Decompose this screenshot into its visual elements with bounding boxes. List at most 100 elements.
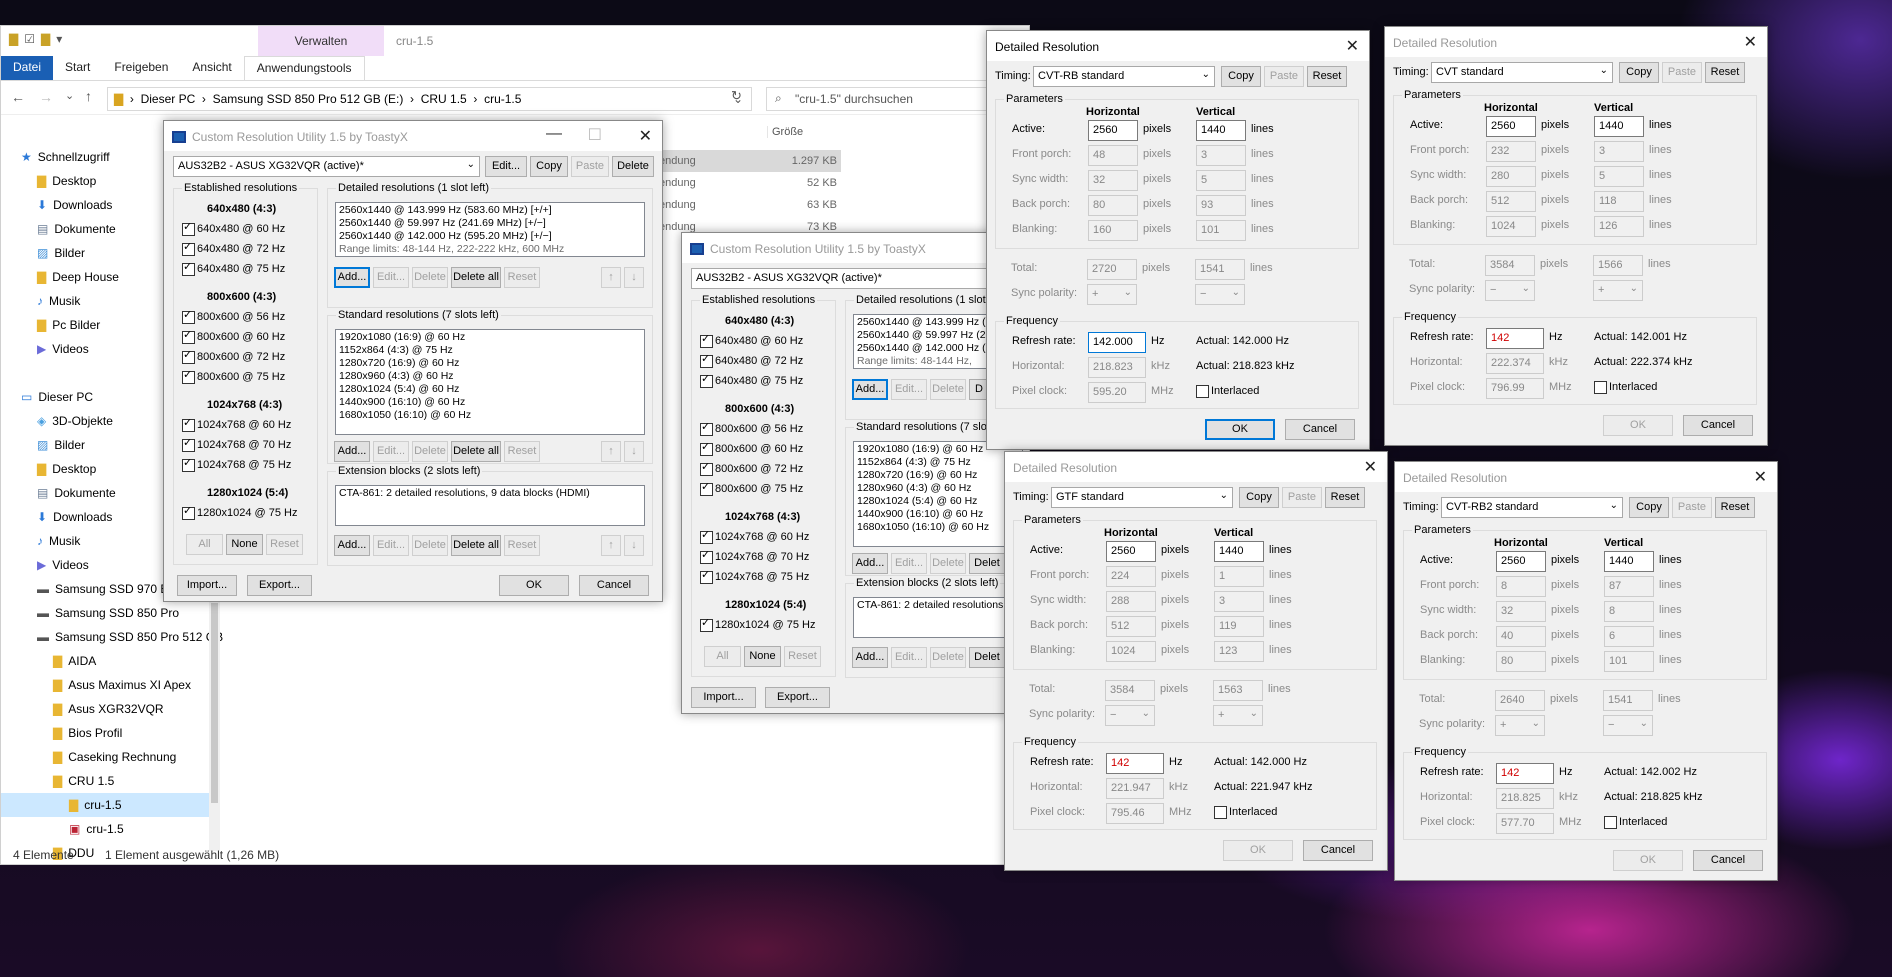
- delete-button[interactable]: Delete: [412, 267, 448, 288]
- dropdown-icon[interactable]: ▾: [56, 32, 62, 46]
- h-back-porch-field[interactable]: 512: [1106, 616, 1156, 637]
- edit-button[interactable]: Edit...: [373, 441, 409, 462]
- up-arrow-icon[interactable]: ↑: [85, 88, 92, 104]
- list-item[interactable]: 1920x1080 (16:9) @ 60 Hz: [339, 331, 641, 344]
- sidebar-item[interactable]: ▬ Samsung SSD 850 Pro 512 GB: [1, 625, 223, 649]
- breadcrumb-item[interactable]: CRU 1.5: [421, 92, 467, 106]
- v-total-field[interactable]: 1541: [1195, 259, 1245, 280]
- v-blanking-field[interactable]: 123: [1214, 641, 1264, 662]
- edit-button[interactable]: Edit...: [373, 267, 409, 288]
- sidebar-item[interactable]: ▇ AIDA: [1, 649, 209, 673]
- delete-all-button[interactable]: Delete all: [451, 267, 501, 288]
- ok-button[interactable]: OK: [1613, 850, 1683, 871]
- h-front-porch-field[interactable]: 48: [1088, 145, 1138, 166]
- v-sync-width-field[interactable]: 8: [1604, 601, 1654, 622]
- import-button[interactable]: Import...: [177, 575, 237, 596]
- timing-select[interactable]: CVT standard ⌄: [1431, 62, 1613, 83]
- cancel-button[interactable]: Cancel: [579, 575, 649, 596]
- delete-button[interactable]: Delete: [612, 156, 654, 177]
- paste-button[interactable]: Paste: [1672, 497, 1712, 518]
- h-sync-width-field[interactable]: 288: [1106, 591, 1156, 612]
- pixel-clock-field[interactable]: 577.70: [1496, 813, 1554, 834]
- list-item[interactable]: 2560x1440 @ 143.999 Hz (583.60 MHz) [+/+…: [339, 204, 641, 217]
- tab-anwendungstools[interactable]: Anwendungstools: [243, 56, 365, 80]
- h-active-field[interactable]: 2560: [1496, 551, 1546, 572]
- h-front-porch-field[interactable]: 8: [1496, 576, 1546, 597]
- copy-button[interactable]: Copy: [1629, 497, 1669, 518]
- delete-all-button[interactable]: Delete all: [451, 535, 501, 556]
- est-checkbox[interactable]: 800x600 @ 56 Hz: [182, 308, 285, 324]
- move-up-icon[interactable]: ↑: [601, 267, 621, 288]
- list-item[interactable]: 1280x960 (4:3) @ 60 Hz: [339, 370, 641, 383]
- list-item[interactable]: CTA-861: 2 detailed resolutions, 9 data …: [339, 487, 641, 500]
- ok-button[interactable]: OK: [499, 575, 569, 596]
- horizontal-freq-field[interactable]: 221.947: [1106, 778, 1164, 799]
- v-total-field[interactable]: 1541: [1603, 690, 1653, 711]
- sidebar-item[interactable]: ▇ cru-1.5: [1, 793, 209, 817]
- h-total-field[interactable]: 2720: [1087, 259, 1137, 280]
- extension-blocks-list[interactable]: CTA-861: 2 detailed resolutions: [853, 597, 1023, 638]
- list-item[interactable]: 1152x864 (4:3) @ 75 Hz: [857, 456, 1019, 469]
- interlaced-checkbox[interactable]: Interlaced: [1214, 806, 1277, 819]
- est-checkbox[interactable]: 640x480 @ 72 Hz: [182, 240, 285, 256]
- add-button[interactable]: Add...: [852, 647, 888, 668]
- standard-resolutions-list[interactable]: 1920x1080 (16:9) @ 60 Hz 1152x864 (4:3) …: [335, 329, 645, 435]
- close-icon[interactable]: ✕: [639, 126, 652, 146]
- est-checkbox[interactable]: 640x480 @ 75 Hz: [182, 260, 285, 276]
- sidebar-item[interactable]: ▇ Bios Profil: [1, 721, 209, 745]
- export-button[interactable]: Export...: [765, 687, 830, 708]
- cancel-button[interactable]: Cancel: [1693, 850, 1763, 871]
- reset-button[interactable]: Reset: [1307, 66, 1347, 87]
- timing-select[interactable]: GTF standard ⌄: [1051, 487, 1233, 508]
- add-button[interactable]: Add...: [852, 553, 888, 574]
- column-size-header[interactable]: Größe: [767, 126, 803, 138]
- delete-button[interactable]: Delete: [930, 379, 966, 400]
- horizontal-freq-field[interactable]: 218.823: [1088, 357, 1146, 378]
- h-front-porch-field[interactable]: 224: [1106, 566, 1156, 587]
- maximize-icon[interactable]: ☐: [588, 125, 602, 145]
- edit-monitor-button[interactable]: Edit...: [485, 156, 527, 177]
- none-button[interactable]: None: [744, 646, 781, 667]
- list-item[interactable]: 1280x720 (16:9) @ 60 Hz: [857, 469, 1019, 482]
- edit-button[interactable]: Edit...: [891, 553, 927, 574]
- breadcrumb-item[interactable]: Samsung SSD 850 Pro 512 GB (E:): [213, 92, 404, 106]
- add-button[interactable]: Add...: [334, 267, 370, 288]
- h-total-field[interactable]: 2640: [1495, 690, 1545, 711]
- close-icon[interactable]: ✕: [1346, 36, 1359, 56]
- reset-button[interactable]: Reset: [1705, 62, 1745, 83]
- list-item[interactable]: 1440x900 (16:10) @ 60 Hz: [339, 396, 641, 409]
- h-active-field[interactable]: 2560: [1486, 116, 1536, 137]
- pixel-clock-field[interactable]: 795.46: [1106, 803, 1164, 824]
- list-item[interactable]: 1152x864 (4:3) @ 75 Hz: [339, 344, 641, 357]
- sidebar-item[interactable]: ▇ Asus Maximus XI Apex: [1, 673, 209, 697]
- refresh-icon[interactable]: ↻: [731, 88, 742, 104]
- list-item[interactable]: 1280x1024 (5:4) @ 60 Hz: [857, 495, 1019, 508]
- list-item[interactable]: CTA-861: 2 detailed resolutions: [857, 599, 1019, 612]
- edit-button[interactable]: Edit...: [373, 535, 409, 556]
- copy-button[interactable]: Copy: [1239, 487, 1279, 508]
- v-front-porch-field[interactable]: 1: [1214, 566, 1264, 587]
- interlaced-checkbox[interactable]: Interlaced: [1196, 385, 1259, 398]
- est-checkbox[interactable]: 800x600 @ 60 Hz: [182, 328, 285, 344]
- interlaced-checkbox[interactable]: Interlaced: [1594, 381, 1657, 394]
- list-item[interactable]: 1280x1024 (5:4) @ 60 Hz: [339, 383, 641, 396]
- add-button[interactable]: Add...: [334, 535, 370, 556]
- h-front-porch-field[interactable]: 232: [1486, 141, 1536, 162]
- delete-all-button[interactable]: Delet: [969, 553, 1005, 574]
- scrollbar-thumb[interactable]: [211, 603, 218, 803]
- h-sync-width-field[interactable]: 280: [1486, 166, 1536, 187]
- v-polarity-select[interactable]: + ⌄: [1593, 280, 1643, 301]
- reset-button[interactable]: Reset: [1715, 497, 1755, 518]
- h-blanking-field[interactable]: 80: [1496, 651, 1546, 672]
- v-active-field[interactable]: 1440: [1594, 116, 1644, 137]
- reset-button[interactable]: Reset: [504, 267, 540, 288]
- file-row[interactable]: nwendung 1.297 KB: [641, 150, 841, 172]
- cancel-button[interactable]: Cancel: [1285, 419, 1355, 440]
- horizontal-freq-field[interactable]: 222.374: [1486, 353, 1544, 374]
- timing-select[interactable]: CVT-RB2 standard ⌄: [1441, 497, 1623, 518]
- standard-resolutions-list[interactable]: 1920x1080 (16:9) @ 60 Hz 1152x864 (4:3) …: [853, 441, 1023, 547]
- v-active-field[interactable]: 1440: [1196, 120, 1246, 141]
- delete-button[interactable]: Delete: [930, 647, 966, 668]
- h-polarity-select[interactable]: − ⌄: [1485, 280, 1535, 301]
- sidebar-item[interactable]: ▬ Samsung SSD 850 Pro: [1, 601, 209, 625]
